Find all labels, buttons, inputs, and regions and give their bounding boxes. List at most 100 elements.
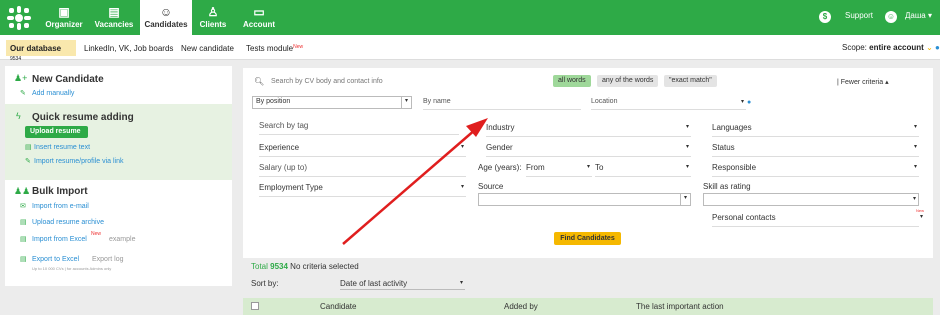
bulk-import-title: Bulk Import — [32, 186, 88, 197]
skill-label: Skill as rating — [703, 182, 751, 191]
age-to-select[interactable]: To ▾ — [595, 160, 691, 177]
tab-linkedin[interactable]: LinkedIn, VK, Job boards — [84, 44, 173, 53]
chevron-down-icon: ⌄ — [926, 43, 933, 52]
briefcase-icon: ▤ — [108, 5, 120, 19]
find-candidates-button[interactable]: Find Candidates — [554, 232, 621, 245]
nav-organizer[interactable]: ▣ Organizer — [40, 0, 88, 35]
column-added-by[interactable]: Added by — [504, 302, 538, 311]
responsible-select[interactable]: Responsible ▾ — [712, 160, 919, 177]
export-log-link[interactable]: Export log — [92, 256, 124, 263]
upload-archive-link[interactable]: Upload resume archive — [32, 219, 104, 226]
tests-label: Tests module — [246, 44, 294, 53]
export-icon: ▤ — [20, 256, 27, 263]
mode-all-words[interactable]: all words — [553, 75, 591, 87]
personal-contacts-select[interactable]: Personal contacts ▾ — [712, 210, 923, 227]
tab-tests-module[interactable]: Tests moduleNew — [246, 44, 303, 53]
search-input[interactable]: Search by CV body and contact info — [271, 78, 383, 85]
our-database-tab[interactable]: Our database 9534 — [6, 40, 76, 62]
chevron-down-icon: ▾ — [913, 164, 917, 170]
upload-resume-button[interactable]: Upload resume — [25, 126, 88, 138]
experience-select[interactable]: Experience ▾ — [259, 140, 466, 157]
chevron-down-icon: ▾ — [586, 164, 590, 170]
export-excel-link[interactable]: Export to Excel — [32, 256, 79, 263]
total-count: 9534 — [270, 262, 288, 271]
info-icon: ● — [747, 99, 752, 106]
chevron-down-icon: ▾ — [919, 214, 923, 220]
left-panel: ♟+ New Candidate ✎ Add manually ϟ Quick … — [5, 66, 232, 286]
nav-account[interactable]: ▭ Account — [241, 0, 277, 35]
calendar-icon: ▣ — [58, 5, 70, 19]
languages-select[interactable]: Languages ▾ — [712, 120, 919, 137]
employment-label: Employment Type — [259, 183, 323, 192]
mode-any-words[interactable]: any of the words — [597, 75, 659, 87]
tag-label: Search by tag — [259, 121, 309, 130]
criteria-text: No criteria selected — [290, 262, 359, 271]
chevron-down-icon: ▾ — [913, 144, 917, 150]
chevron-down-icon: ▾ — [460, 144, 464, 150]
status-select[interactable]: Status ▾ — [712, 140, 919, 157]
scope-selector[interactable]: Scope: entire account ⌄ ● — [842, 43, 940, 52]
skill-select[interactable]: ▾ — [703, 193, 919, 206]
column-candidate[interactable]: Candidate — [320, 302, 356, 311]
info-icon: ● — [935, 43, 940, 52]
dollar-icon[interactable]: $ — [819, 11, 831, 23]
salary-input[interactable]: Salary (up to) — [259, 160, 466, 177]
status-label: Status — [712, 143, 735, 152]
avatar[interactable]: ☺ — [885, 11, 897, 23]
name-input[interactable]: By name — [423, 96, 581, 110]
chevron-down-icon: ▾ — [460, 184, 464, 190]
chevron-down-icon: ▾ — [912, 196, 916, 202]
mode-exact-match[interactable]: "exact match" — [664, 75, 717, 87]
support-link[interactable]: Support — [845, 11, 873, 20]
sub-navbar: Our database 9534 LinkedIn, VK, Job boar… — [0, 35, 940, 62]
tab-new-candidate[interactable]: New candidate — [181, 44, 234, 53]
name-placeholder: By name — [423, 98, 451, 105]
import-link-link[interactable]: Import resume/profile via link — [34, 158, 123, 165]
case-icon: ▭ — [253, 5, 265, 19]
new-badge: New — [293, 44, 304, 50]
languages-label: Languages — [712, 123, 752, 132]
tag-search-input[interactable]: Search by tag — [259, 118, 459, 135]
select-all-checkbox[interactable] — [251, 302, 259, 310]
nav-label: Vacancies — [94, 20, 134, 29]
chevron-down-icon: ▾ — [680, 194, 690, 205]
user-name: Даша — [905, 11, 926, 20]
bulk-import-section: ♟♟ Bulk Import ✉ Import from e-mail ▤ Up… — [5, 180, 232, 286]
column-last-action[interactable]: The last important action — [636, 302, 724, 311]
age-from-label: From — [526, 163, 545, 172]
quick-resume-section: ϟ Quick resume adding Upload resume ▤ In… — [5, 104, 232, 180]
gender-label: Gender — [486, 143, 513, 152]
database-label: Our database — [10, 44, 62, 53]
insert-text-link[interactable]: Insert resume text — [34, 144, 90, 151]
top-navbar: ▣ Organizer ▤ Vacancies ☺ Candidates ♙ C… — [0, 0, 940, 35]
scope-value: entire account — [869, 43, 924, 52]
employment-select[interactable]: Employment Type ▾ — [259, 180, 466, 197]
archive-icon: ▤ — [20, 219, 27, 226]
import-excel-link[interactable]: Import from Excel — [32, 236, 87, 243]
chevron-down-icon: ▾ — [401, 97, 411, 108]
export-note: Up to 10 000 CVs | for accounts Admins o… — [32, 266, 112, 271]
import-email-link[interactable]: Import from e-mail — [32, 203, 89, 210]
add-manually-link[interactable]: Add manually — [32, 90, 74, 97]
age-to-label: To — [595, 163, 604, 172]
nav-candidates[interactable]: ☺ Candidates — [140, 0, 192, 35]
location-select[interactable]: Location ▾ — [591, 96, 746, 110]
chevron-down-icon: ▾ — [685, 164, 689, 170]
industry-select[interactable]: Industry ▾ — [486, 120, 691, 137]
group-icon: ♟♟ — [14, 186, 31, 196]
position-select[interactable]: By position ▾ — [252, 96, 412, 109]
nav-label: Clients — [199, 20, 227, 29]
sort-select[interactable]: Date of last activity ▾ — [340, 279, 465, 290]
user-menu[interactable]: Даша ▾ — [905, 11, 932, 20]
source-label: Source — [478, 182, 504, 191]
nav-vacancies[interactable]: ▤ Vacancies — [90, 0, 138, 35]
source-select[interactable]: ▾ — [478, 193, 691, 206]
logo-icon[interactable] — [6, 5, 32, 31]
nav-clients[interactable]: ♙ Clients — [196, 0, 230, 35]
fewer-criteria-toggle[interactable]: | Fewer criteria ▴ — [837, 78, 889, 86]
industry-label: Industry — [486, 123, 515, 132]
chevron-down-icon: ▾ — [685, 144, 689, 150]
age-from-select[interactable]: From ▾ — [526, 160, 592, 177]
example-link[interactable]: example — [109, 236, 135, 243]
gender-select[interactable]: Gender ▾ — [486, 140, 691, 157]
